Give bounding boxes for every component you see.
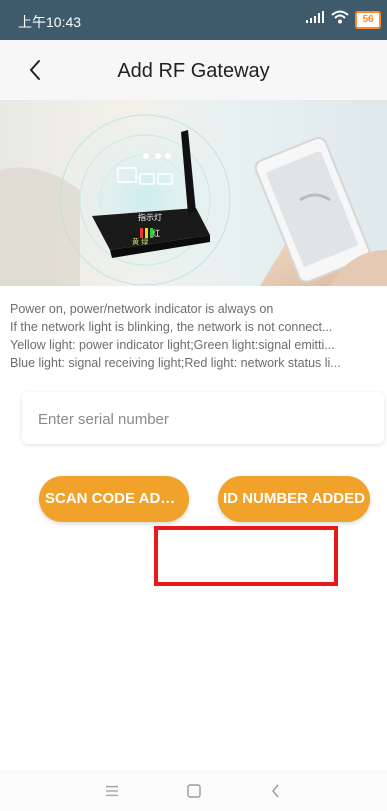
scan-code-add-button[interactable]: SCAN CODE ADD... [39, 476, 189, 522]
status-bar: 上午10:43 56 [0, 0, 387, 40]
id-number-added-button[interactable]: ID NUMBER ADDED [218, 476, 370, 522]
router-label-2: 红 [152, 228, 160, 238]
description-line-3: Yellow light: power indicator light;Gree… [10, 338, 335, 352]
menu-icon [105, 785, 118, 796]
router-label-1: 指示灯 [138, 212, 162, 222]
description-line-2: If the network light is blinking, the ne… [10, 320, 333, 334]
highlight-box [154, 526, 338, 586]
home-icon [186, 783, 201, 798]
page-title: Add RF Gateway [117, 60, 270, 82]
system-navigation-bar [0, 770, 387, 811]
nav-bar: Add RF Gateway [0, 40, 387, 100]
description: Power on, power/network indicator is alw… [10, 300, 383, 372]
battery-icon: 56 [355, 10, 381, 29]
signal-icon [305, 10, 325, 29]
system-back-button[interactable] [266, 781, 286, 801]
menu-button[interactable] [102, 781, 122, 801]
rf-gateway-router-illustration: 指示灯 红 黄 绿 [0, 105, 387, 286]
back-nav-icon [271, 784, 279, 797]
hero-image: 指示灯 红 黄 绿 [0, 100, 387, 286]
wifi-icon [331, 10, 349, 29]
home-button[interactable] [184, 781, 204, 801]
serial-number-input[interactable] [36, 392, 370, 446]
status-icons: 56 [305, 10, 381, 29]
description-line-4: Blue light: signal receiving light;Red l… [10, 356, 341, 370]
serial-input-card [22, 392, 384, 446]
status-time: 上午10:43 [18, 14, 82, 30]
description-line-1: Power on, power/network indicator is alw… [10, 302, 274, 316]
router-label-3: 黄 绿 [132, 237, 148, 246]
